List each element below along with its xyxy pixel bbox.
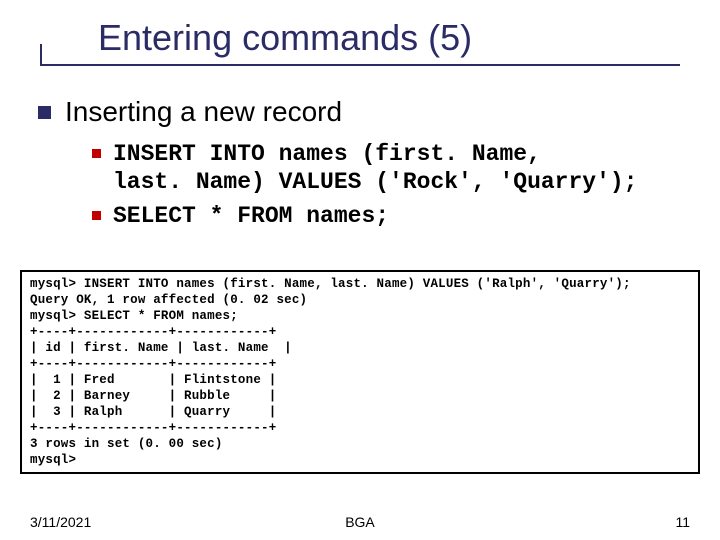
- square-bullet-icon: [92, 211, 101, 220]
- terminal-output: mysql> INSERT INTO names (first. Name, l…: [20, 270, 700, 474]
- body: Inserting a new record INSERT INTO names…: [38, 96, 686, 236]
- bullet-text: Inserting a new record: [65, 96, 342, 128]
- title-tick-icon: [40, 44, 42, 66]
- slide-title: Entering commands (5): [40, 18, 680, 60]
- code-line: INSERT INTO names (first. Name, last. Na…: [113, 140, 638, 196]
- bullet-level2: SELECT * FROM names;: [92, 202, 686, 230]
- square-bullet-icon: [38, 106, 51, 119]
- sub-bullets: INSERT INTO names (first. Name, last. Na…: [92, 140, 686, 230]
- footer: 3/11/2021 BGA 11: [0, 514, 720, 530]
- footer-center: BGA: [0, 514, 720, 530]
- title-area: Entering commands (5): [40, 18, 680, 60]
- square-bullet-icon: [92, 149, 101, 158]
- code-line: SELECT * FROM names;: [113, 202, 389, 230]
- bullet-level1: Inserting a new record: [38, 96, 686, 128]
- bullet-level2: INSERT INTO names (first. Name, last. Na…: [92, 140, 686, 196]
- title-underline-icon: [40, 64, 680, 66]
- slide: Entering commands (5) Inserting a new re…: [0, 0, 720, 540]
